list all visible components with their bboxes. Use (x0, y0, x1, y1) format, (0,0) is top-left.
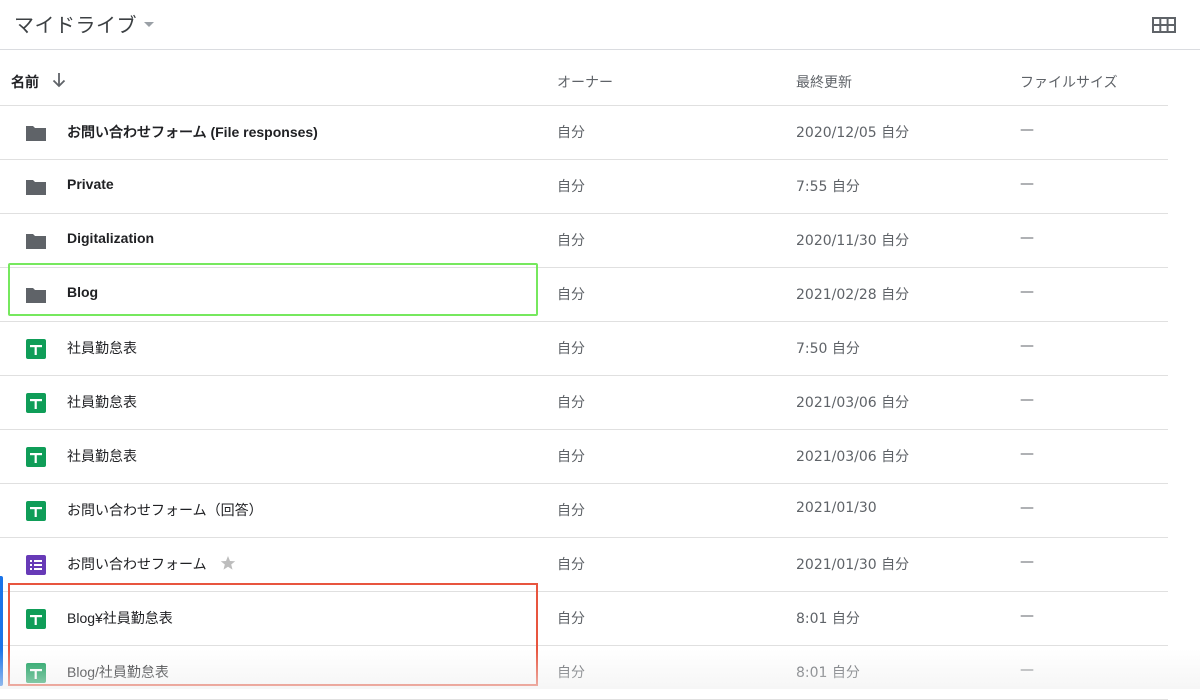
file-size: — (1020, 338, 1034, 354)
file-row[interactable]: Digitalization 自分 2020/11/30 自分 — (0, 214, 1168, 268)
star-icon[interactable] (220, 555, 236, 571)
file-last-modified: 2021/03/06 自分 (796, 395, 910, 411)
file-name: 社員勤怠表 (67, 448, 137, 464)
title-dropdown-icon[interactable] (144, 22, 154, 27)
column-header-name[interactable]: 名前 (11, 72, 39, 92)
file-row[interactable]: 社員勤怠表 自分 2021/03/06 自分 — (0, 430, 1168, 484)
file-name: Blog/社員勤怠表 (67, 664, 169, 680)
sort-arrow-down-icon[interactable] (50, 71, 68, 89)
file-last-modified: 2021/03/06 自分 (796, 449, 910, 465)
file-row[interactable]: お問い合わせフォーム 自分 2021/01/30 自分 — (0, 538, 1168, 592)
file-name: お問い合わせフォーム (File responses) (67, 124, 318, 140)
column-header-modified[interactable]: 最終更新 (796, 72, 852, 92)
file-name: Blog (67, 284, 99, 300)
file-size: — (1020, 176, 1034, 192)
column-header-size[interactable]: ファイルサイズ (1020, 72, 1118, 92)
file-owner: 自分 (557, 449, 585, 465)
spreadsheet-icon (26, 609, 46, 629)
file-owner: 自分 (557, 395, 585, 411)
file-row[interactable]: 社員勤怠表 自分 2021/03/06 自分 — (0, 376, 1168, 430)
grid-view-icon[interactable] (1151, 14, 1177, 36)
file-owner: 自分 (557, 287, 585, 303)
file-row[interactable]: 社員勤怠表 自分 7:50 自分 — (0, 322, 1168, 376)
folder-icon (26, 288, 46, 303)
page-title[interactable]: マイドライブ (14, 9, 137, 38)
file-size: — (1020, 230, 1034, 246)
file-name: お問い合わせフォーム（回答） (67, 502, 263, 518)
column-header-owner[interactable]: オーナー (557, 72, 613, 92)
file-size: — (1020, 284, 1034, 300)
file-last-modified: 8:01 自分 (796, 665, 860, 681)
file-row[interactable]: お問い合わせフォーム (File responses) 自分 2020/12/05 … (0, 106, 1168, 160)
file-size: — (1020, 608, 1034, 624)
file-owner: 自分 (557, 665, 585, 681)
file-name: 社員勤怠表 (67, 340, 137, 356)
file-list-header: 名前 オーナー 最終更新 ファイルサイズ (0, 51, 1168, 106)
file-owner: 自分 (557, 125, 585, 141)
selection-edge-indicator (0, 576, 3, 686)
file-owner: 自分 (557, 341, 585, 357)
file-row[interactable]: お問い合わせフォーム（回答） 自分 2021/01/30 — (0, 484, 1168, 538)
file-last-modified: 2021/01/30 (796, 500, 877, 516)
file-owner: 自分 (557, 233, 585, 249)
spreadsheet-icon (26, 339, 46, 359)
file-name: Digitalization (67, 230, 155, 246)
file-name: Blog¥社員勤怠表 (67, 610, 173, 626)
file-last-modified: 2021/02/28 自分 (796, 287, 910, 303)
file-owner: 自分 (557, 503, 585, 519)
folder-icon (26, 234, 46, 249)
file-last-modified: 8:01 自分 (796, 611, 860, 627)
file-name: Private (67, 176, 114, 192)
file-owner: 自分 (557, 557, 585, 573)
file-row[interactable]: Blog 自分 2021/02/28 自分 — (0, 268, 1168, 322)
file-name: お問い合わせフォーム (67, 556, 207, 572)
file-row[interactable]: Blog/社員勤怠表 自分 8:01 自分 — (0, 646, 1168, 700)
folder-icon (26, 126, 46, 141)
file-rows: お問い合わせフォーム (File responses) 自分 2020/12/05 … (0, 106, 1168, 700)
file-last-modified: 7:55 自分 (796, 179, 860, 195)
file-row[interactable]: Private 自分 7:55 自分 — (0, 160, 1168, 214)
spreadsheet-icon (26, 663, 46, 683)
file-name: 社員勤怠表 (67, 394, 137, 410)
file-size: — (1020, 392, 1034, 408)
file-size: — (1020, 554, 1034, 570)
file-size: — (1020, 662, 1034, 678)
file-owner: 自分 (557, 179, 585, 195)
file-size: — (1020, 122, 1034, 138)
file-size: — (1020, 500, 1034, 516)
folder-icon (26, 180, 46, 195)
file-size: — (1020, 446, 1034, 462)
file-owner: 自分 (557, 611, 585, 627)
file-last-modified: 2020/12/05 自分 (796, 125, 910, 141)
spreadsheet-icon (26, 501, 46, 521)
file-last-modified: 2021/01/30 自分 (796, 557, 910, 573)
form-icon (26, 555, 46, 575)
top-bar: マイドライブ (0, 0, 1200, 50)
file-last-modified: 7:50 自分 (796, 341, 860, 357)
spreadsheet-icon (26, 447, 46, 467)
spreadsheet-icon (26, 393, 46, 413)
file-list: 名前 オーナー 最終更新 ファイルサイズ お問い合わせフォーム (File re… (0, 51, 1168, 700)
file-last-modified: 2020/11/30 自分 (796, 233, 910, 249)
file-row[interactable]: Blog¥社員勤怠表 自分 8:01 自分 — (0, 592, 1168, 646)
